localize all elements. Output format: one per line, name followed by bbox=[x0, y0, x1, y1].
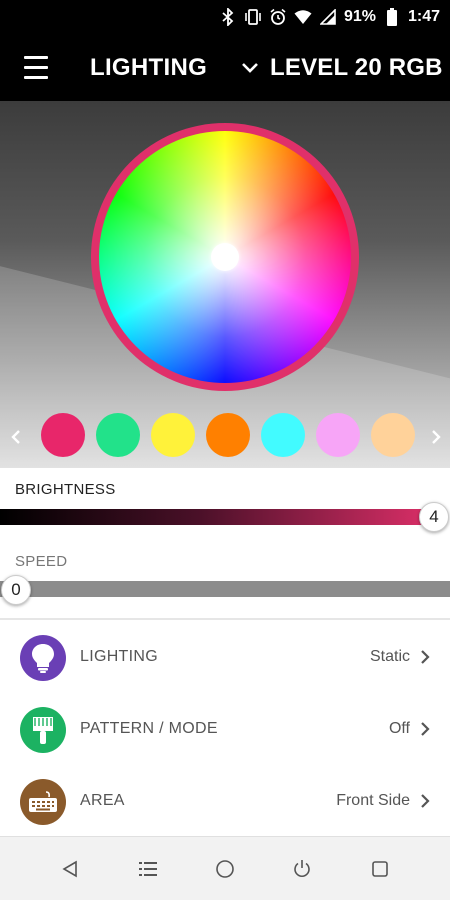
lightbulb-icon bbox=[20, 635, 66, 681]
color-picker-area bbox=[0, 101, 450, 468]
speed-slider-handle[interactable]: 0 bbox=[1, 575, 31, 605]
setting-value: Front Side bbox=[336, 792, 410, 809]
wifi-icon bbox=[294, 8, 312, 26]
hamburger-menu-icon[interactable] bbox=[18, 53, 54, 83]
chevron-right-icon bbox=[418, 792, 432, 810]
preset-swatch[interactable] bbox=[371, 413, 415, 457]
setting-row-lighting[interactable]: LIGHTING Static bbox=[0, 621, 450, 693]
previous-presets-icon[interactable] bbox=[8, 425, 24, 449]
alarm-icon bbox=[269, 8, 287, 26]
keyboard-icon bbox=[20, 779, 66, 825]
preset-swatch[interactable] bbox=[96, 413, 140, 457]
signal-icon bbox=[319, 8, 337, 26]
preset-swatch[interactable] bbox=[261, 413, 305, 457]
battery-icon bbox=[383, 7, 401, 26]
preset-swatch[interactable] bbox=[41, 413, 85, 457]
speed-label: SPEED bbox=[15, 553, 68, 570]
brightness-slider[interactable] bbox=[0, 509, 440, 525]
battery-percent: 91% bbox=[343, 7, 376, 25]
preset-colors bbox=[0, 413, 450, 463]
setting-value: Off bbox=[388, 720, 410, 737]
back-icon[interactable] bbox=[58, 857, 82, 881]
color-wheel[interactable] bbox=[99, 131, 351, 383]
preset-swatch[interactable] bbox=[316, 413, 360, 457]
home-icon[interactable] bbox=[213, 857, 237, 881]
next-presets-icon[interactable] bbox=[428, 425, 444, 449]
color-picker-handle[interactable] bbox=[211, 243, 239, 271]
page-title: LIGHTING bbox=[90, 54, 208, 81]
setting-label: PATTERN / MODE bbox=[80, 720, 218, 737]
brightness-slider-handle[interactable]: 4 bbox=[419, 502, 449, 532]
paint-brush-icon bbox=[20, 707, 66, 753]
app-bar: LIGHTING LEVEL 20 RGB bbox=[0, 33, 450, 101]
menu-list-icon[interactable] bbox=[136, 857, 160, 881]
recents-icon[interactable] bbox=[368, 857, 392, 881]
setting-value: Static bbox=[369, 648, 410, 665]
preset-swatch[interactable] bbox=[206, 413, 250, 457]
preset-swatch[interactable] bbox=[151, 413, 195, 457]
setting-label: LIGHTING bbox=[80, 648, 158, 665]
speed-slider[interactable] bbox=[0, 581, 450, 597]
vibrate-icon bbox=[244, 8, 262, 26]
navigation-bar bbox=[0, 836, 450, 900]
clock: 1:47 bbox=[407, 7, 440, 25]
bluetooth-icon bbox=[219, 7, 237, 26]
divider bbox=[0, 618, 450, 620]
status-bar: 91% 1:47 bbox=[0, 0, 450, 33]
setting-row-area[interactable]: AREA Front Side bbox=[0, 765, 450, 837]
brightness-label: BRIGHTNESS bbox=[15, 481, 116, 498]
power-icon[interactable] bbox=[290, 857, 314, 881]
setting-row-pattern-mode[interactable]: PATTERN / MODE Off bbox=[0, 693, 450, 765]
chevron-right-icon bbox=[418, 720, 432, 738]
device-name: LEVEL 20 RGB bbox=[270, 54, 443, 81]
chevron-down-icon bbox=[240, 58, 260, 78]
color-wheel-ring bbox=[91, 123, 359, 391]
chevron-right-icon bbox=[418, 648, 432, 666]
setting-label: AREA bbox=[80, 792, 125, 809]
device-selector[interactable]: LEVEL 20 RGB bbox=[240, 54, 443, 82]
